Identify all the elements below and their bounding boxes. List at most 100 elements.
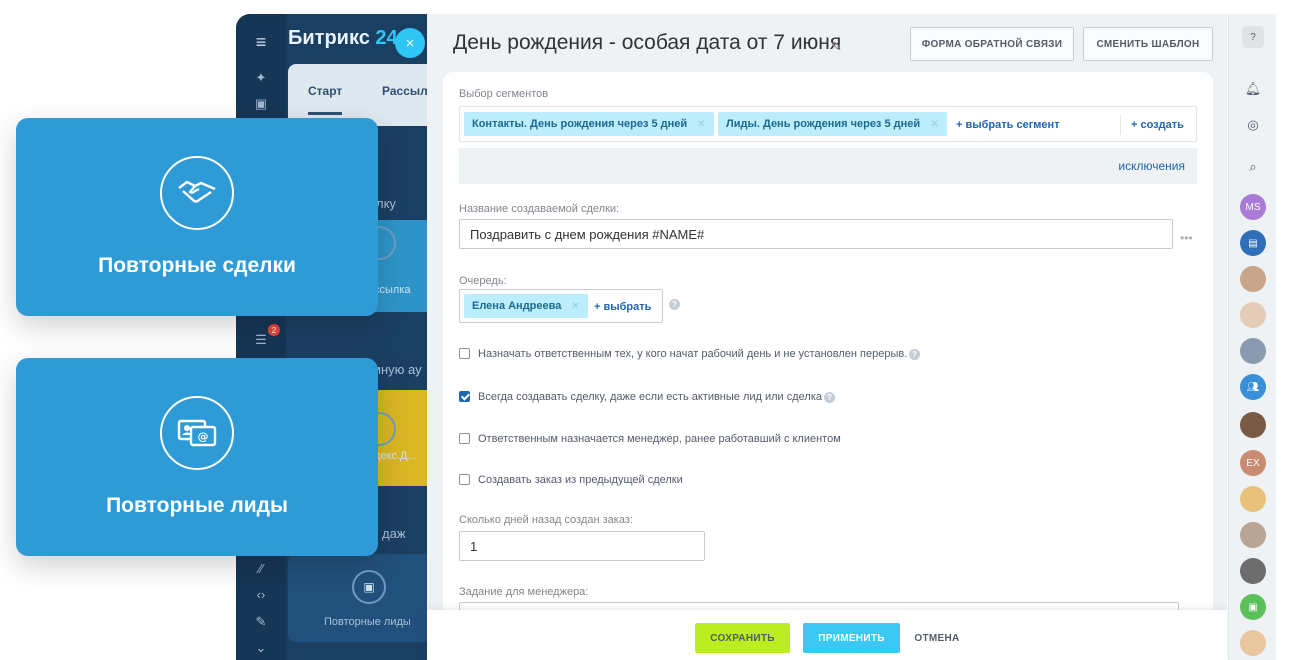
action-bar: СОХРАНИТЬ ПРИМЕНИТЬ ОТМЕНА	[427, 610, 1227, 660]
chevron-down-icon[interactable]: ⌄	[250, 640, 272, 656]
analytics-icon[interactable]: ⁄⁄	[250, 560, 272, 576]
help-icon[interactable]: ?	[909, 349, 920, 360]
help-icon[interactable]: ?	[824, 392, 835, 403]
close-slider-button[interactable]: ×	[395, 28, 425, 58]
tab-start[interactable]: Старт	[308, 84, 343, 115]
avatar[interactable]	[1240, 522, 1266, 548]
card-icon-ring: @	[160, 396, 234, 470]
segment-chip[interactable]: Контакты. День рождения через 5 дней ✕	[464, 112, 714, 136]
create-segment-link[interactable]: + создать	[1131, 119, 1184, 131]
group-chat-icon[interactable]: ▤	[1240, 230, 1266, 256]
close-icon: ×	[405, 34, 415, 52]
queue-chip-label: Елена Андреева	[472, 300, 562, 312]
segment-selector[interactable]: Контакты. День рождения через 5 дней ✕ Ли…	[459, 106, 1197, 142]
segment-chip[interactable]: Лиды. День рождения через 5 дней ✕	[718, 112, 947, 136]
avatar[interactable]	[1240, 338, 1266, 364]
settings-form: Выбор сегментов Контакты. День рождения …	[443, 72, 1213, 660]
divider	[1120, 115, 1121, 135]
card-repeat-deals[interactable]: Повторные сделки	[16, 118, 378, 316]
checkbox-responsible-workday[interactable]	[459, 348, 470, 359]
shell-fragment-auditory: мную ау	[372, 362, 422, 377]
chip-remove-icon[interactable]: ✕	[571, 301, 579, 312]
change-template-button[interactable]: СМЕНИТЬ ШАБЛОН	[1083, 27, 1213, 61]
deal-name-input[interactable]: Поздравить с днем рождения #NAME#	[459, 219, 1173, 249]
contact-card-icon: ▣	[352, 570, 386, 604]
menu-icon[interactable]: ≡	[250, 32, 272, 52]
search-icon[interactable]: ⌕	[1240, 154, 1266, 180]
avatar[interactable]: MS	[1240, 194, 1266, 220]
queue-chip[interactable]: Елена Андреева ✕	[464, 294, 588, 318]
contact-card-icon: @	[177, 419, 217, 447]
queue-select-link[interactable]: + выбрать	[594, 301, 651, 313]
calendar-icon[interactable]: ▣	[250, 96, 272, 112]
counter-badge: 2	[268, 324, 280, 336]
bitrix-shell: ≡ ✦ ▣ ☰ 2 ⁄⁄ ‹› ✎ ⌄ Битрикс 24 × Старт Р…	[236, 14, 436, 660]
deal-name-label: Название создаваемой сделки:	[459, 203, 620, 215]
checkbox-previous-manager[interactable]	[459, 433, 470, 444]
checkbox-always-create-deal[interactable]	[459, 391, 470, 402]
checkbox-label: Создавать заказ из предыдущей сделки	[478, 474, 683, 486]
save-button[interactable]: СОХРАНИТЬ	[695, 623, 790, 653]
chat-icon[interactable]: ◎	[1240, 112, 1266, 138]
avatar[interactable]: EX	[1240, 450, 1266, 476]
brand-logo[interactable]: Битрикс 24	[288, 27, 398, 50]
avatar[interactable]	[1240, 266, 1266, 292]
shell-fragment-prodazh: даж	[382, 526, 406, 541]
sign-icon[interactable]: ✎	[250, 614, 272, 630]
tile-mailing-label: ссылка	[374, 284, 411, 296]
settings-panel: День рождения - особая дата от 7 июня ✎ …	[427, 14, 1227, 660]
checkbox-create-order[interactable]	[459, 474, 470, 485]
help-icon[interactable]: ?	[669, 299, 680, 310]
stage: ≡ ✦ ▣ ☰ 2 ⁄⁄ ‹› ✎ ⌄ Битрикс 24 × Старт Р…	[0, 0, 1304, 660]
apply-button[interactable]: ПРИМЕНИТЬ	[803, 623, 900, 653]
avatar[interactable]	[1240, 558, 1266, 584]
card-repeat-leads[interactable]: @ Повторные лиды	[16, 358, 378, 556]
avatar[interactable]	[1240, 412, 1266, 438]
feedback-form-button[interactable]: ФОРМА ОБРАТНОЙ СВЯЗИ	[910, 27, 1074, 61]
card-title: Повторные лиды	[106, 494, 288, 517]
select-segment-link[interactable]: + выбрать сегмент	[956, 119, 1060, 131]
open-lines-icon[interactable]: ▣	[1240, 594, 1266, 620]
days-label: Сколько дней назад создан заказ:	[459, 514, 633, 526]
exclusions-row: исключения	[459, 148, 1197, 184]
cancel-button[interactable]: ОТМЕНА	[907, 623, 967, 653]
checkbox-label: Назначать ответственным тех, у кого нача…	[478, 348, 908, 360]
handshake-icon	[178, 180, 216, 203]
segment-chip-label: Лиды. День рождения через 5 дней	[726, 118, 921, 130]
shell-tabs: Старт Рассыл	[288, 64, 436, 126]
checkbox-label: Всегда создавать сделку, даже если есть …	[478, 391, 823, 403]
segments-label: Выбор сегментов	[459, 88, 549, 100]
help-icon[interactable]: ?	[1242, 26, 1264, 48]
queue-selector[interactable]: Елена Андреева ✕ + выбрать	[459, 289, 663, 323]
card-title: Повторные сделки	[98, 254, 296, 277]
rocket-icon[interactable]: ✦	[250, 70, 272, 86]
brand-name: Битрикс	[288, 27, 370, 49]
shell-fragment-lku: лку	[376, 196, 396, 211]
filter-icon[interactable]: ☰	[250, 332, 272, 348]
avatar[interactable]	[1240, 486, 1266, 512]
avatar[interactable]	[1240, 630, 1266, 656]
exclusions-link[interactable]: исключения	[1118, 159, 1185, 173]
tab-mailings[interactable]: Рассыл	[382, 84, 428, 98]
bell-icon[interactable]: 🔔︎	[1240, 76, 1266, 102]
days-input[interactable]: 1	[459, 531, 705, 561]
chip-remove-icon[interactable]: ✕	[930, 119, 938, 130]
tile-yandex-label: декс.Д...	[374, 450, 417, 462]
checkbox-label: Ответственным назначается менеджер, ране…	[478, 433, 841, 445]
group-chat-icon[interactable]: 👥︎	[1240, 374, 1266, 400]
svg-text:@: @	[198, 430, 209, 443]
right-rail: ? 🔔︎ ◎ ⌕ MS ▤ 👥︎ EX ▣	[1228, 14, 1276, 660]
segment-chip-label: Контакты. День рождения через 5 дней	[472, 118, 688, 130]
left-rail: ≡ ✦ ▣ ☰ 2 ⁄⁄ ‹› ✎ ⌄	[236, 14, 286, 660]
more-icon[interactable]: •••	[1180, 231, 1193, 245]
code-icon[interactable]: ‹›	[250, 586, 272, 602]
avatar[interactable]	[1240, 302, 1266, 328]
chip-remove-icon[interactable]: ✕	[697, 119, 705, 130]
tile-repeat-leads-label: Повторные лиды	[324, 616, 411, 628]
tile-repeat-leads[interactable]: ▣ Повторные лиды	[288, 554, 436, 642]
queue-label: Очередь:	[459, 275, 507, 287]
edit-pencil-icon[interactable]: ✎	[831, 39, 842, 55]
task-label: Задание для менеджера:	[459, 586, 589, 598]
card-icon-ring	[160, 156, 234, 230]
page-title: День рождения - особая дата от 7 июня	[453, 31, 842, 54]
